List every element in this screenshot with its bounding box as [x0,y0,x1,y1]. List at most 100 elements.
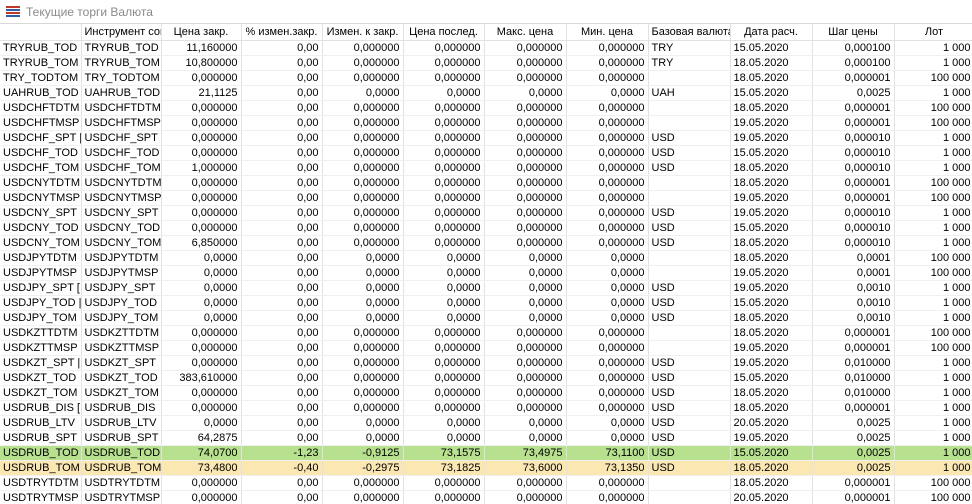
cell-base-currency[interactable]: TRY [648,40,731,56]
cell-last-price[interactable]: 0,000000 [403,160,485,176]
cell-lot[interactable]: 1 000 [894,430,972,446]
cell-base-currency[interactable]: USD [648,160,731,176]
cell-settlement-date[interactable]: 18.05.2020 [730,400,813,416]
cell-min-price[interactable]: 0,000000 [566,325,649,341]
cell-settlement-date[interactable]: 18.05.2020 [730,250,813,266]
cell-last-price[interactable]: 0,0000 [403,265,485,281]
cell-settlement-date[interactable]: 18.05.2020 [730,70,813,86]
cell-last-price[interactable]: 0,000000 [403,115,485,131]
cell-base-currency[interactable] [648,100,731,116]
cell-max-price[interactable]: 0,000000 [484,55,567,71]
cell-price-step[interactable]: 0,010000 [812,370,895,386]
cell-lot[interactable]: 1 000 [894,55,972,71]
cell-price-step[interactable]: 0,0025 [812,85,895,101]
cell-close-change-pct[interactable]: -0,40 [241,460,323,476]
cell-lot[interactable]: 1 000 [894,295,972,311]
cell-change-to-close[interactable]: 0,000000 [322,115,404,131]
cell-code[interactable]: USDCHF_TOD [0,145,82,161]
cell-min-price[interactable]: 0,0000 [566,310,649,326]
cell-code[interactable]: USDJPYTMSP [0,265,82,281]
cell-instrument[interactable]: USDKZT_TOD [81,370,162,386]
cell-max-price[interactable]: 0,0000 [484,280,567,296]
cell-price-step[interactable]: 0,0010 [812,310,895,326]
cell-price-step[interactable]: 0,000010 [812,130,895,146]
cell-instrument[interactable]: USDKZT_TOM [81,385,162,401]
cell-change-to-close[interactable]: 0,000000 [322,490,404,504]
cell-change-to-close[interactable]: 0,000000 [322,220,404,236]
cell-instrument[interactable]: USDCHFTMSP [81,115,162,131]
cell-max-price[interactable]: 0,000000 [484,235,567,251]
cell-max-price[interactable]: 0,000000 [484,145,567,161]
cell-settlement-date[interactable]: 18.05.2020 [730,385,813,401]
cell-base-currency[interactable]: USD [648,220,731,236]
cell-price-step[interactable]: 0,0001 [812,250,895,266]
cell-code[interactable]: USDCNY_TOD [0,220,82,236]
column-header-close-change-pct[interactable]: % измен.закр. [241,24,323,41]
cell-code[interactable]: USDCNY_TOM [0,235,82,251]
cell-min-price[interactable]: 0,000000 [566,220,649,236]
cell-max-price[interactable]: 0,0000 [484,430,567,446]
cell-code[interactable]: USDRUB_TOM [0,460,82,476]
cell-change-to-close[interactable]: 0,000000 [322,385,404,401]
cell-base-currency[interactable]: UAH [648,85,731,101]
cell-close-price[interactable]: 0,000000 [161,145,242,161]
cell-max-price[interactable]: 0,000000 [484,130,567,146]
cell-last-price[interactable]: 0,000000 [403,340,485,356]
cell-base-currency[interactable]: USD [648,355,731,371]
cell-last-price[interactable]: 0,000000 [403,205,485,221]
cell-change-to-close[interactable]: 0,000000 [322,160,404,176]
cell-price-step[interactable]: 0,000010 [812,235,895,251]
cell-price-step[interactable]: 0,000001 [812,475,895,491]
cell-max-price[interactable]: 0,000000 [484,205,567,221]
cell-base-currency[interactable]: USD [648,295,731,311]
cell-settlement-date[interactable]: 15.05.2020 [730,445,813,461]
table-row[interactable]: USDJPY_TOD | USDJPY_TOD 0,0000 0,00 0,0000 0,… [0,295,972,311]
cell-last-price[interactable]: 0,0000 [403,85,485,101]
cell-close-change-pct[interactable]: 0,00 [241,55,323,71]
cell-change-to-close[interactable]: 0,000000 [322,355,404,371]
cell-last-price[interactable]: 0,000000 [403,490,485,504]
cell-code[interactable]: USDRUB_TOD [0,445,82,461]
cell-max-price[interactable]: 0,000000 [484,325,567,341]
cell-price-step[interactable]: 0,000001 [812,190,895,206]
cell-min-price[interactable]: 0,000000 [566,130,649,146]
cell-close-change-pct[interactable]: 0,00 [241,385,323,401]
cell-lot[interactable]: 100 000 [894,190,972,206]
cell-last-price[interactable]: 0,000000 [403,235,485,251]
cell-close-change-pct[interactable]: 0,00 [241,310,323,326]
cell-last-price[interactable]: 0,000000 [403,325,485,341]
cell-max-price[interactable]: 0,000000 [484,370,567,386]
cell-min-price[interactable]: 0,000000 [566,340,649,356]
cell-price-step[interactable]: 0,000010 [812,145,895,161]
cell-close-change-pct[interactable]: 0,00 [241,205,323,221]
cell-code[interactable]: UAHRUB_TOD [0,85,82,101]
cell-settlement-date[interactable]: 19.05.2020 [730,115,813,131]
cell-settlement-date[interactable]: 19.05.2020 [730,430,813,446]
cell-close-change-pct[interactable]: -1,23 [241,445,323,461]
cell-instrument[interactable]: TRYRUB_TOM [81,55,162,71]
cell-min-price[interactable]: 0,0000 [566,280,649,296]
cell-close-price[interactable]: 0,000000 [161,355,242,371]
cell-change-to-close[interactable]: 0,000000 [322,190,404,206]
cell-change-to-close[interactable]: 0,000000 [322,175,404,191]
cell-close-change-pct[interactable]: 0,00 [241,430,323,446]
cell-last-price[interactable]: 0,0000 [403,430,485,446]
table-row[interactable]: USDCNY_SPT USDCNY_SPT 0,000000 0,00 0,000000… [0,205,972,221]
cell-code[interactable]: USDCNY_SPT [0,205,82,221]
cell-base-currency[interactable] [648,175,731,191]
column-header-max-price[interactable]: Макс. цена [484,24,567,41]
cell-base-currency[interactable]: USD [648,145,731,161]
cell-change-to-close[interactable]: 0,000000 [322,475,404,491]
cell-max-price[interactable]: 0,000000 [484,340,567,356]
cell-base-currency[interactable]: TRY [648,55,731,71]
cell-max-price[interactable]: 73,6000 [484,460,567,476]
cell-lot[interactable]: 1 000 [894,145,972,161]
cell-price-step[interactable]: 0,000001 [812,340,895,356]
table-row[interactable]: TRYRUB_TOD TRYRUB_TOD 11,160000 0,00 0,00000… [0,40,972,56]
cell-settlement-date[interactable]: 18.05.2020 [730,460,813,476]
cell-base-currency[interactable] [648,115,731,131]
cell-close-change-pct[interactable]: 0,00 [241,370,323,386]
cell-min-price[interactable]: 0,000000 [566,385,649,401]
cell-settlement-date[interactable]: 18.05.2020 [730,475,813,491]
cell-price-step[interactable]: 0,000010 [812,160,895,176]
